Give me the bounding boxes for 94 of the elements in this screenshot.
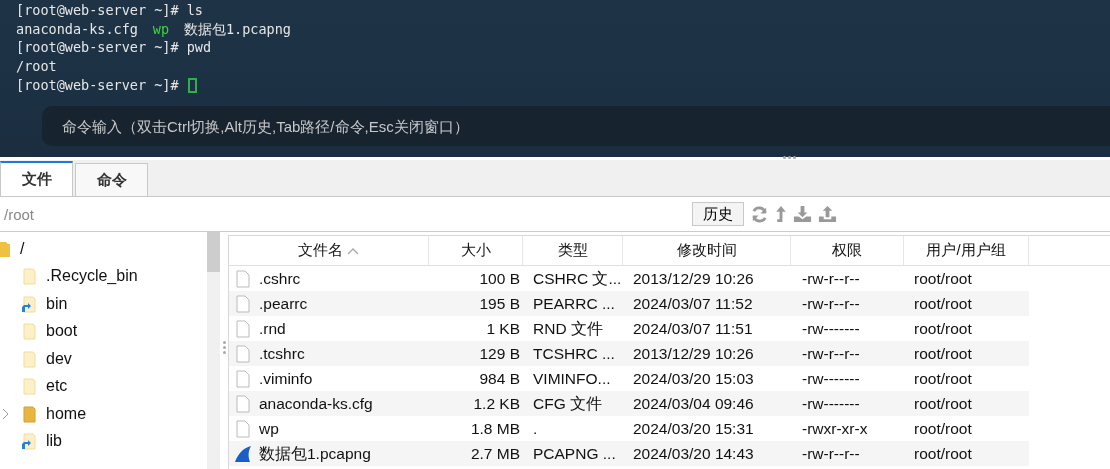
folder-icon [22,404,38,423]
column-header[interactable]: 类型 [523,236,623,265]
table-cell-text: . [532,419,539,439]
terminal-text: [root@web-server ~]# ls [16,1,203,20]
terminal-text: [root@web-server ~]# [16,75,179,95]
table-cell: 195 B [429,291,523,316]
folder-icon [0,239,10,258]
file-icon [234,344,252,363]
file-name[interactable]: .cshrc [259,266,301,291]
resize-handle-icon[interactable] [222,340,226,354]
folder-icon [22,349,38,368]
table-cell: CFG 文件 [523,391,623,416]
table-cell-text: 100 B [478,269,521,289]
resize-handle-icon[interactable] [783,156,796,159]
terminal-text: 数据包1.pcapng [183,19,291,39]
terminal-text: [root@web-server ~]# pwd [16,38,212,58]
column-header[interactable]: 文件名 [229,236,429,265]
table-cell-text: root/root [913,419,973,439]
table-cell-text: VIMINFO... [532,369,612,389]
tab[interactable]: 文件 [0,161,73,196]
folder-icon [22,294,38,313]
file-icon [234,394,252,413]
history-button[interactable]: 历史 [692,202,744,226]
file-icon [234,369,252,388]
folder-icon [22,267,38,286]
table-cell-text: 2024/03/20 15:03 [632,369,755,389]
table-cell: PCAPNG ... [523,441,623,466]
refresh-icon[interactable] [750,204,769,224]
table-cell: 2013/12/29 10:26 [623,341,791,366]
fin-icon [234,444,252,463]
table-cell: root/root [904,341,1029,366]
table-cell-text: 1.8 MB [469,419,521,439]
table-cell-text: 2013/12/29 10:26 [632,269,755,289]
table-cell-text: root/root [913,319,973,339]
column-header[interactable]: 用户/用户组 [904,236,1029,265]
tree-item[interactable]: / [20,239,25,258]
file-icon [234,319,252,338]
table-cell: 2024/03/07 11:52 [623,291,791,316]
terminal-text: wp [152,19,170,39]
file-name[interactable]: .rnd [259,316,286,341]
table-cell-text: CSHRC 文... [532,269,623,289]
table-cell: root/root [904,441,1029,466]
table-cell-text: 1 KB [485,319,521,339]
up-arrow-icon[interactable] [775,204,787,224]
table-cell: -rw-r--r-- [791,291,904,316]
table-cell: PEARRC ... [523,291,623,316]
file-name[interactable]: .viminfo [259,366,313,391]
scrollbar-thumb[interactable] [207,232,220,272]
table-cell-text: -rw------- [801,369,861,389]
upload-icon[interactable] [818,204,837,224]
table-cell: 2024/03/04 09:46 [623,391,791,416]
table-cell: root/root [904,391,1029,416]
tree-item[interactable]: boot [46,322,78,341]
table-cell: 2024/03/20 14:43 [623,441,791,466]
table-cell-text: root/root [913,269,973,289]
tree-item[interactable]: lib [46,432,62,451]
table-cell: root/root [904,291,1029,316]
file-icon [234,269,252,288]
folder-icon [22,322,38,341]
sort-ascending-icon [347,246,359,255]
table-cell: TCSHRC ... [523,341,623,366]
command-input[interactable]: 命令输入（双击Ctrl切换,Alt历史,Tab路径/命令,Esc关闭窗口） [42,106,1110,147]
table-cell: -rw-r--r-- [791,341,904,366]
table-cell-text: -rw------- [801,319,861,339]
tree-item[interactable]: .Recycle_bin [46,267,138,286]
column-header[interactable]: 权限 [791,236,904,265]
tree-item[interactable]: bin [46,294,68,313]
table-cell-text: 984 B [478,369,521,389]
download-icon[interactable] [793,204,812,224]
column-header[interactable]: 修改时间 [623,236,791,265]
table-cell: 129 B [429,341,523,366]
table-cell: 1.2 KB [429,391,523,416]
terminal-text: anaconda-ks.cfg [16,19,138,39]
table-cell: -rw-r--r-- [791,441,904,466]
file-icon [234,419,252,438]
terminal-cursor [187,77,197,93]
tab[interactable]: 命令 [75,163,148,196]
folder-icon [22,377,38,396]
tree-item[interactable]: etc [46,377,68,396]
table-cell-text: RND 文件 [532,319,604,339]
table-cell-text: -rw-r--r-- [801,269,861,289]
folder-icon [22,432,38,451]
table-cell-text: -rwxr-xr-x [801,419,869,439]
table-cell: 2.7 MB [429,441,523,466]
terminal-text: /root [16,57,57,76]
tree-item[interactable]: dev [46,349,72,368]
table-cell-text: root/root [913,369,973,389]
table-cell: -rw------- [791,391,904,416]
tree-item[interactable]: home [46,404,87,423]
column-header[interactable]: 大小 [429,236,523,265]
table-cell-text: 2024/03/07 11:51 [632,319,754,339]
file-name[interactable]: wp [259,416,279,441]
file-icon [234,294,252,313]
table-cell-text: 2024/03/20 15:31 [632,419,755,439]
